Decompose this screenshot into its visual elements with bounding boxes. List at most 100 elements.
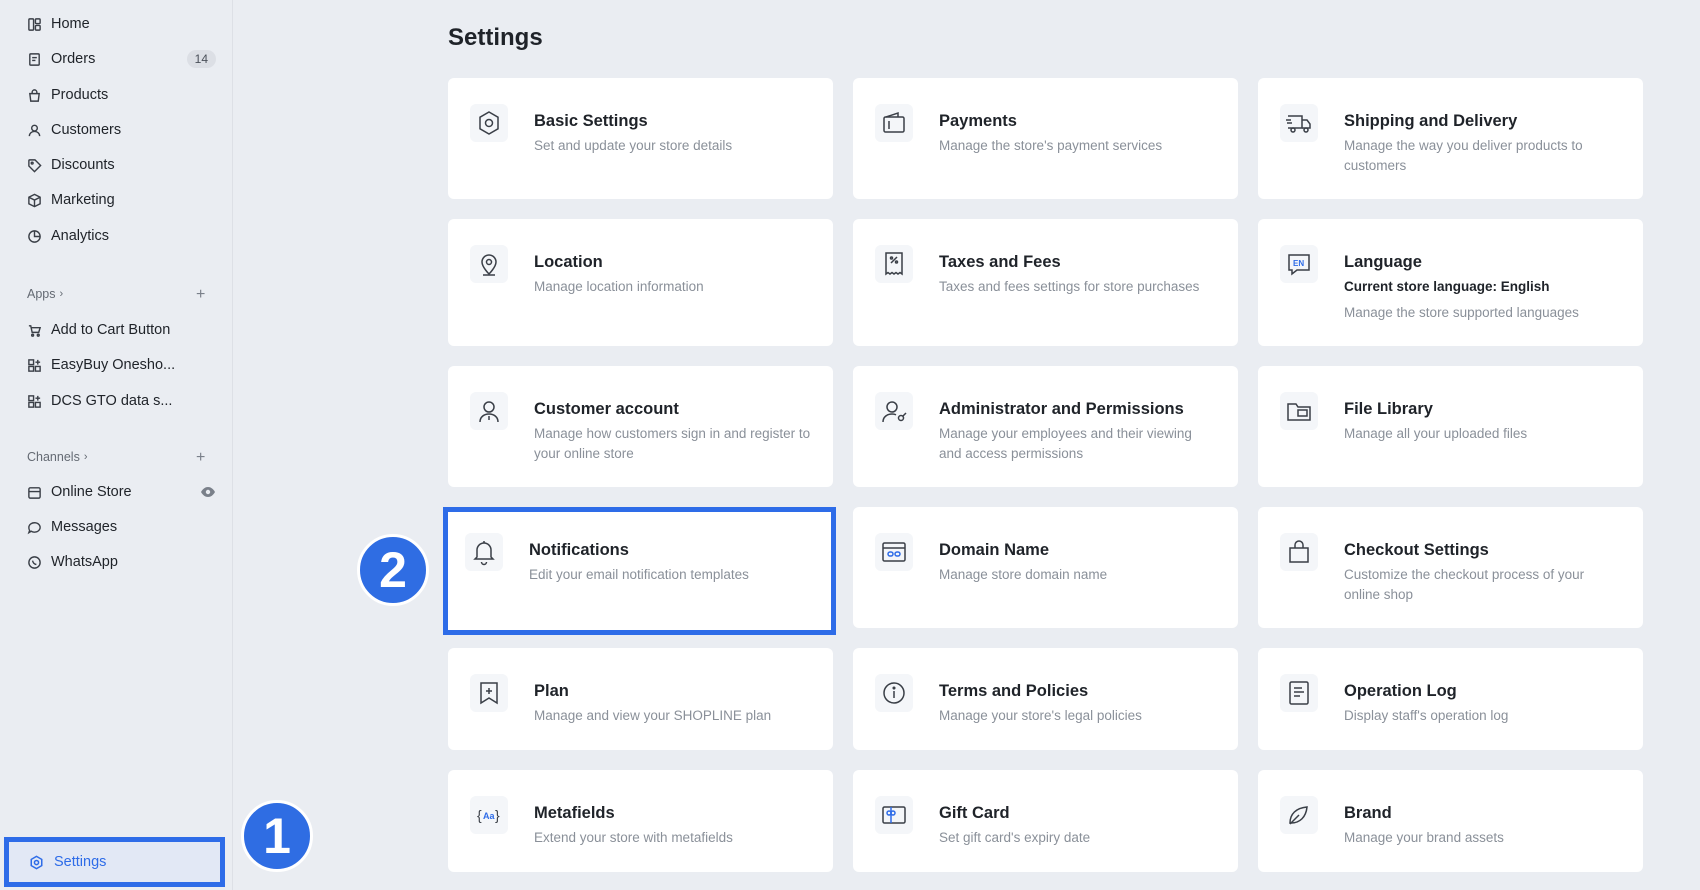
card-description: Manage the store's payment services	[939, 138, 1163, 153]
location-pin-icon	[470, 245, 508, 283]
sidebar-channel-whatsapp[interactable]: WhatsApp	[26, 550, 216, 574]
gift-card-icon	[875, 796, 913, 834]
sidebar-app-easybuy[interactable]: EasyBuy Onesho...	[26, 353, 216, 377]
customers-icon	[26, 122, 42, 138]
card-title: Shipping and Delivery	[1344, 112, 1518, 130]
bell-icon	[465, 533, 503, 571]
apps-section-label[interactable]: Apps ›	[27, 287, 63, 301]
card-shipping-delivery[interactable]: Shipping and Delivery Manage the way you…	[1258, 78, 1643, 199]
card-notifications[interactable]: Notifications Edit your email notificati…	[443, 507, 836, 635]
card-plan[interactable]: Plan Manage and view your SHOPLINE plan	[448, 648, 833, 750]
card-payments[interactable]: Payments Manage the store's payment serv…	[853, 78, 1238, 199]
card-description: Customize the checkout process of your o…	[1344, 567, 1585, 602]
sidebar-item-settings[interactable]: Settings	[4, 837, 225, 887]
svg-text:}: }	[495, 807, 500, 823]
sidebar-app-add-to-cart[interactable]: Add to Cart Button	[26, 318, 216, 342]
sidebar-item-orders[interactable]: Home Orders 14	[26, 47, 216, 71]
card-administrator-permissions[interactable]: Administrator and Permissions Manage you…	[853, 366, 1238, 487]
sidebar-channel-online-store[interactable]: Online Store	[26, 480, 216, 504]
sidebar-item-products[interactable]: Products	[26, 83, 216, 107]
card-title: Gift Card	[939, 804, 1010, 822]
log-document-icon	[1280, 674, 1318, 712]
card-description: Set and update your store details	[534, 138, 733, 153]
card-description: Edit your email notification templates	[529, 567, 749, 582]
card-description: Taxes and fees settings for store purcha…	[939, 279, 1200, 294]
card-taxes-fees[interactable]: Taxes and Fees Taxes and fees settings f…	[853, 219, 1238, 346]
card-language[interactable]: EN Language Current store language: Engl…	[1258, 219, 1643, 346]
sidebar-item-marketing[interactable]: Marketing	[26, 188, 216, 212]
card-gift-card[interactable]: Gift Card Set gift card's expiry date	[853, 770, 1238, 872]
sidebar-item-label: EasyBuy Onesho...	[51, 357, 176, 373]
card-description: Manage store domain name	[939, 567, 1108, 582]
page-title: Settings	[448, 24, 543, 51]
card-operation-log[interactable]: Operation Log Display staff's operation …	[1258, 648, 1643, 750]
sidebar-item-label: Discounts	[51, 157, 115, 173]
sidebar-channel-messages[interactable]: Messages	[26, 515, 216, 539]
channels-section-label[interactable]: Channels ›	[27, 450, 88, 464]
user-key-icon	[875, 392, 913, 430]
sidebar-item-analytics[interactable]: Analytics	[26, 224, 216, 248]
card-file-library[interactable]: File Library Manage all your uploaded fi…	[1258, 366, 1643, 487]
sidebar-item-label: Online Store	[51, 484, 132, 500]
card-description: Manage the way you deliver products to c…	[1344, 138, 1583, 173]
card-title: Basic Settings	[534, 112, 648, 130]
card-terms-policies[interactable]: Terms and Policies Manage your store's l…	[853, 648, 1238, 750]
marketing-icon	[26, 192, 42, 208]
card-metafields[interactable]: {Aa} Metafields Extend your store with m…	[448, 770, 833, 872]
card-domain-name[interactable]: Domain Name Manage store domain name	[853, 507, 1238, 628]
card-description: Extend your store with metafields	[534, 830, 733, 845]
sidebar-item-home[interactable]: Home	[26, 12, 216, 36]
sidebar-item-label: DCS GTO data s...	[51, 393, 173, 409]
store-icon	[26, 484, 42, 500]
folder-icon	[1280, 392, 1318, 430]
current-language: Current store language: English	[1344, 279, 1550, 294]
card-title: File Library	[1344, 400, 1433, 418]
sidebar-item-label: Products	[51, 87, 109, 103]
card-description: Display staff's operation log	[1344, 708, 1509, 723]
brand-leaf-icon	[1280, 796, 1318, 834]
sidebar-item-label: WhatsApp	[51, 554, 118, 570]
sidebar-app-dcs-gto[interactable]: DCS GTO data s...	[26, 389, 216, 413]
sidebar-item-label: Marketing	[51, 192, 115, 208]
analytics-icon	[26, 228, 42, 244]
card-title: Language	[1344, 253, 1422, 271]
sidebar-item-label: Add to Cart Button	[51, 322, 171, 338]
shopping-bag-icon	[1280, 533, 1318, 571]
card-description: Manage location information	[534, 279, 704, 294]
card-checkout-settings[interactable]: Checkout Settings Customize the checkout…	[1258, 507, 1643, 628]
app-grid-icon	[26, 357, 42, 373]
sidebar-item-label: Analytics	[51, 228, 110, 244]
card-title: Taxes and Fees	[939, 253, 1061, 271]
sidebar-item-customers[interactable]: Customers	[26, 118, 216, 142]
card-title: Operation Log	[1344, 682, 1457, 700]
receipt-icon	[875, 245, 913, 283]
language-en-icon: EN	[1280, 245, 1318, 283]
sidebar-item-label: Home	[51, 16, 90, 32]
app-grid-icon	[26, 393, 42, 409]
truck-icon	[1280, 104, 1318, 142]
add-app-plus-icon[interactable]: +	[196, 287, 205, 303]
card-brand[interactable]: Brand Manage your brand assets	[1258, 770, 1643, 872]
card-customer-account[interactable]: Customer account Manage how customers si…	[448, 366, 833, 487]
sidebar-item-discounts[interactable]: Discounts	[26, 153, 216, 177]
sidebar-item-label: Settings	[54, 854, 107, 870]
chevron-right-icon: ›	[83, 451, 88, 463]
step-1-marker: 1	[241, 800, 313, 872]
info-icon	[875, 674, 913, 712]
card-title: Location	[534, 253, 603, 271]
wallet-icon	[875, 104, 913, 142]
svg-text:EN: EN	[1293, 259, 1304, 268]
card-title: Domain Name	[939, 541, 1050, 559]
orders-count-badge: 14	[186, 50, 216, 68]
channels-label: Channels	[27, 450, 80, 464]
card-title: Customer account	[534, 400, 679, 418]
home-icon	[26, 16, 42, 32]
sidebar-item-label: Messages	[51, 519, 118, 535]
card-description: Manage your store's legal policies	[939, 708, 1142, 723]
card-location[interactable]: Location Manage location information	[448, 219, 833, 346]
card-basic-settings[interactable]: Basic Settings Set and update your store…	[448, 78, 833, 199]
card-title: Brand	[1344, 804, 1392, 822]
eye-icon[interactable]	[200, 484, 216, 500]
add-channel-plus-icon[interactable]: +	[196, 450, 205, 466]
card-description: Manage all your uploaded files	[1344, 426, 1528, 441]
